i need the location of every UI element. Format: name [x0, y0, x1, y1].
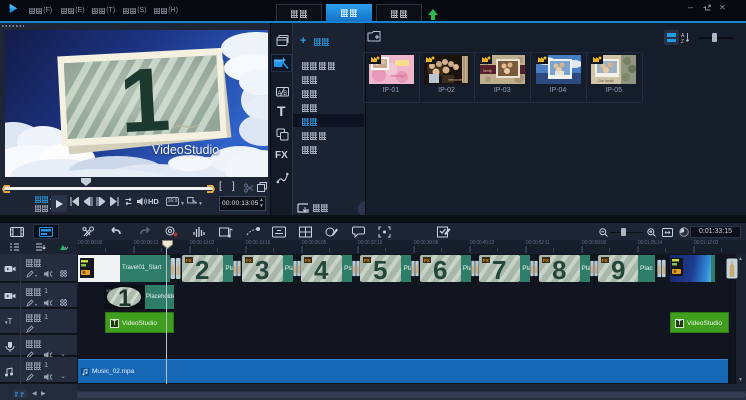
svg-text:FX: FX — [483, 258, 489, 263]
svg-text:FX: FX — [305, 258, 311, 263]
svg-text:VideoStudio: VideoStudio — [152, 143, 219, 157]
svg-text:Our family: Our family — [598, 79, 614, 83]
svg-text:family: family — [483, 69, 492, 73]
svg-text:3: 3 — [255, 255, 269, 282]
svg-text:FX: FX — [424, 258, 430, 263]
svg-text:A: A — [278, 91, 282, 97]
svg-text:9: 9 — [611, 255, 625, 282]
svg-text:6: 6 — [433, 255, 447, 282]
svg-text:T: T — [20, 393, 25, 397]
svg-text:B: B — [283, 91, 287, 97]
svg-text:2: 2 — [195, 255, 209, 282]
svg-text:8: 8 — [552, 255, 566, 282]
svg-text:FX: FX — [543, 258, 549, 263]
svg-text:7: 7 — [492, 255, 506, 282]
svg-text:Z: Z — [681, 39, 684, 43]
svg-text:FX: FX — [246, 258, 252, 263]
svg-text:FX: FX — [364, 258, 370, 263]
svg-text:FX: FX — [602, 258, 608, 263]
svg-text:FX: FX — [186, 258, 192, 263]
svg-text:memories: memories — [448, 78, 464, 82]
svg-text:4: 4 — [314, 255, 329, 282]
svg-text:travelgirl: travelgirl — [391, 73, 406, 78]
svg-text:SR: SR — [106, 288, 112, 293]
svg-text:1: 1 — [118, 285, 131, 309]
svg-text:5: 5 — [373, 255, 387, 282]
